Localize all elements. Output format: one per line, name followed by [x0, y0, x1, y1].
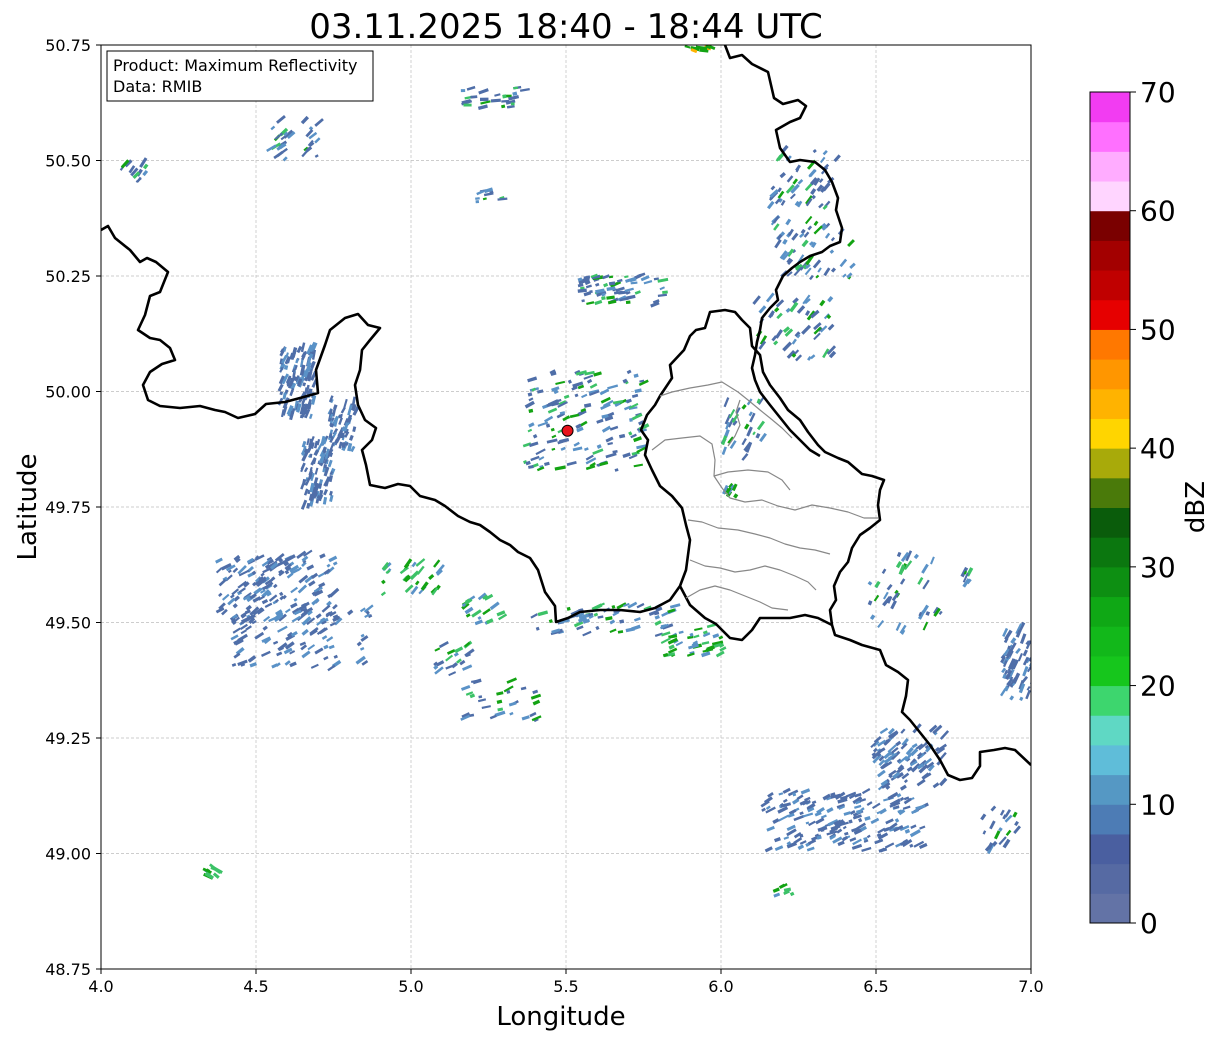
- colorbar-segment: [1090, 893, 1130, 924]
- colorbar-segment: [1090, 388, 1130, 419]
- y-tick-label: 49.00: [45, 845, 91, 864]
- colorbar-tick-label: 70: [1140, 76, 1176, 109]
- y-tick-label: 50.75: [45, 36, 91, 55]
- colorbar-segment: [1090, 715, 1130, 746]
- colorbar-segment: [1090, 418, 1130, 449]
- info-box: Product: Maximum Reflectivity Data: RMIB: [106, 50, 374, 102]
- y-axis-ticks: 48.75 49.00 49.25 49.50 49.75 50.00 50.25 50.50…: [45, 36, 101, 979]
- colorbar-segment: [1090, 537, 1130, 568]
- y-tick-label: 48.75: [45, 960, 91, 979]
- y-tick-label: 50.25: [45, 267, 91, 286]
- colorbar-tick-label: 50: [1140, 313, 1176, 346]
- x-tick-label: 7.0: [1018, 977, 1043, 996]
- colorbar-tick-label: 10: [1140, 788, 1176, 821]
- colorbar-segment: [1090, 240, 1130, 271]
- radar-map-chart: 4.0 4.5 5.0 5.5 6.0 6.5 7.0 48.75 49.00 49.25 49.…: [13, 7, 1211, 1032]
- colorbar-segment: [1090, 566, 1130, 598]
- x-axis-ticks: 4.0 4.5 5.0 5.5 6.0 6.5 7.0: [88, 969, 1044, 996]
- colorbar-tick-label: 40: [1140, 432, 1176, 465]
- colorbar-segment: [1090, 655, 1130, 687]
- echo-cell: [625, 300, 631, 305]
- y-tick-label: 49.75: [45, 498, 91, 517]
- colorbar-segment: [1090, 270, 1130, 301]
- x-tick-label: 5.5: [553, 977, 578, 996]
- y-tick-label: 50.50: [45, 152, 91, 171]
- echo-cell: [460, 89, 466, 93]
- colorbar-segment: [1090, 329, 1130, 360]
- x-tick-label: 4.5: [243, 977, 268, 996]
- x-tick-label: 5.0: [398, 977, 423, 996]
- colorbar-tick-label: 0: [1140, 907, 1158, 940]
- colorbar-segment: [1090, 507, 1130, 538]
- colorbar-segment: [1090, 596, 1130, 627]
- echo-cell: [510, 102, 515, 106]
- radar-figure: 4.0 4.5 5.0 5.5 6.0 6.5 7.0 48.75 49.00 49.25 49.…: [0, 0, 1219, 1040]
- echo-cell: [502, 94, 507, 99]
- colorbar-label: dBZ: [1181, 481, 1211, 533]
- colorbar-segment: [1090, 833, 1130, 865]
- colorbar: 0 10 20 30 40 50 60 70: [1089, 76, 1176, 940]
- colorbar-tick-label: 20: [1140, 670, 1176, 703]
- colorbar-segment: [1090, 448, 1130, 479]
- x-tick-label: 6.0: [708, 977, 733, 996]
- colorbar-segment: [1090, 744, 1130, 776]
- radar-site-marker: [561, 424, 574, 437]
- colorbar-segment: [1090, 774, 1130, 805]
- colorbar-tick-label: 30: [1140, 551, 1176, 584]
- echo-cell: [501, 99, 510, 103]
- echo-cell: [463, 103, 472, 107]
- info-source: Data: RMIB: [113, 77, 202, 96]
- colorbar-tick-label: 60: [1140, 195, 1176, 228]
- colorbar-segment: [1090, 181, 1130, 212]
- x-axis-label: Longitude: [496, 1002, 625, 1032]
- colorbar-segment: [1090, 299, 1130, 330]
- echo-cell: [475, 200, 480, 204]
- y-tick-label: 50.00: [45, 383, 91, 402]
- colorbar-segment: [1090, 685, 1130, 716]
- y-axis-label: Latitude: [13, 453, 43, 560]
- colorbar-segment: [1090, 92, 1130, 123]
- colorbar-segment: [1090, 804, 1130, 835]
- colorbar-segment: [1090, 863, 1130, 894]
- echo-cell: [479, 97, 489, 102]
- x-tick-label: 6.5: [863, 977, 888, 996]
- colorbar-segment: [1090, 477, 1130, 508]
- y-tick-label: 49.25: [45, 729, 91, 748]
- colorbar-segment: [1090, 151, 1130, 182]
- colorbar-segment: [1090, 626, 1130, 657]
- colorbar-segment: [1090, 359, 1130, 390]
- colorbar-segment: [1090, 121, 1130, 152]
- y-tick-label: 49.50: [45, 614, 91, 633]
- echo-cell: [629, 417, 633, 422]
- info-product: Product: Maximum Reflectivity: [113, 56, 357, 75]
- x-tick-label: 4.0: [88, 977, 113, 996]
- chart-title: 03.11.2025 18:40 - 18:44 UTC: [309, 7, 823, 47]
- colorbar-segment: [1090, 210, 1130, 241]
